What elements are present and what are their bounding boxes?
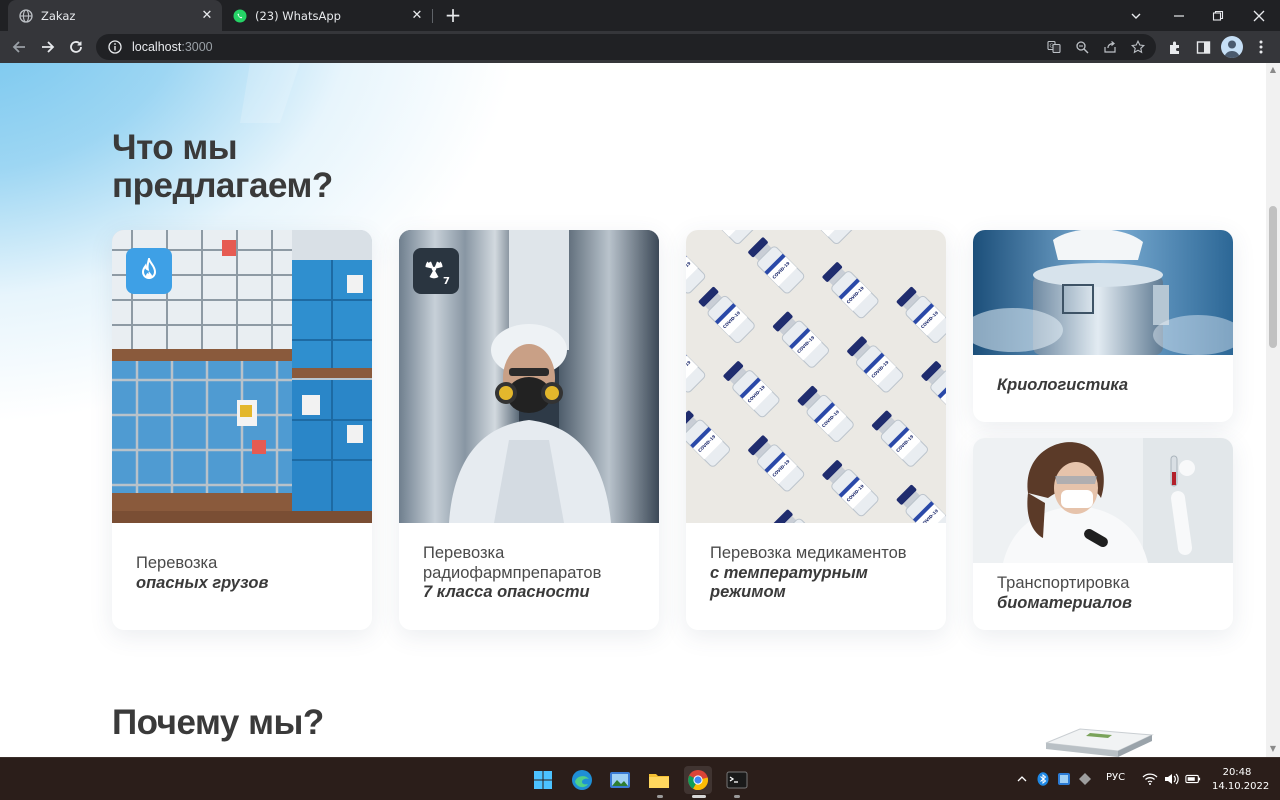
- caption-emphasis: 7 класса опасности: [423, 583, 590, 601]
- caption-line: Перевозка медикаментов: [710, 544, 907, 562]
- running-app-indicator: [734, 795, 740, 798]
- terminal-icon[interactable]: [723, 766, 751, 794]
- browser-toolbar: localhost:3000 G: [0, 31, 1280, 63]
- tab-title: Zakaz: [41, 8, 76, 23]
- photos-app-icon[interactable]: [606, 766, 634, 794]
- scroll-down-arrow[interactable]: ▼: [1269, 745, 1277, 753]
- flame-icon: [126, 248, 172, 294]
- tab-strip: Zakaz ✕ (23) WhatsApp ✕ +: [0, 0, 1280, 31]
- share-icon[interactable]: [1102, 39, 1118, 55]
- security-app-icon[interactable]: [1056, 771, 1072, 787]
- forward-button[interactable]: [36, 35, 60, 59]
- whatsapp-icon: [232, 8, 247, 23]
- card-caption: Перевозка радиофармпрепаратов 7 класса о…: [423, 544, 641, 603]
- tab-title: (23) WhatsApp: [255, 8, 341, 23]
- bookmark-star-icon[interactable]: [1130, 39, 1146, 55]
- network-drive-icon[interactable]: [1077, 771, 1093, 787]
- background-decoration: [240, 63, 660, 123]
- caption-emphasis: биоматериалов: [997, 593, 1133, 612]
- service-card-cryologistics[interactable]: Криологистика: [973, 230, 1233, 422]
- wifi-icon[interactable]: [1142, 771, 1158, 787]
- bluetooth-icon[interactable]: [1035, 771, 1051, 787]
- service-card-radiopharmaceuticals[interactable]: 7 Перевозка радиофармпрепаратов 7 класса…: [399, 230, 659, 630]
- new-tab-button[interactable]: +: [443, 5, 463, 25]
- offer-title-line2: предлагаем?: [112, 166, 333, 205]
- service-card-dangerous-goods[interactable]: Перевозка опасных грузов: [112, 230, 372, 630]
- running-app-indicator: [657, 795, 663, 798]
- offer-title-line1: Что мы: [112, 128, 238, 167]
- close-window-button[interactable]: [1240, 0, 1278, 31]
- decorative-board-image: [1045, 728, 1154, 757]
- back-button[interactable]: [7, 35, 31, 59]
- url-host: localhost: [132, 40, 182, 54]
- card-caption: Перевозка медикаментов с температурным р…: [710, 544, 928, 603]
- info-icon[interactable]: [108, 40, 122, 54]
- language-indicator[interactable]: РУС: [1106, 772, 1125, 783]
- caption-line: Перевозка: [136, 554, 218, 572]
- offer-section-title: Что мы предлагаем?: [112, 129, 333, 205]
- scroll-up-arrow[interactable]: ▲: [1269, 66, 1277, 74]
- address-bar[interactable]: localhost:3000 G: [96, 34, 1156, 60]
- minimize-button[interactable]: [1160, 0, 1198, 31]
- page-scrollbar[interactable]: ▲ ▼: [1266, 63, 1280, 757]
- start-button[interactable]: [529, 766, 557, 794]
- tab-search-icon[interactable]: [1117, 0, 1155, 31]
- tab-separator: [432, 9, 433, 23]
- reload-button[interactable]: [64, 35, 88, 59]
- zoom-icon[interactable]: [1074, 39, 1090, 55]
- chevron-up-icon[interactable]: [1014, 771, 1030, 787]
- profile-avatar[interactable]: [1221, 36, 1243, 58]
- clock-date: 14.10.2022: [1212, 781, 1270, 792]
- close-tab-icon[interactable]: ✕: [410, 8, 424, 23]
- chrome-icon[interactable]: [684, 766, 712, 794]
- close-tab-icon[interactable]: ✕: [200, 8, 214, 23]
- caption-emphasis: с температурным: [710, 563, 868, 582]
- side-panel-icon[interactable]: [1195, 39, 1211, 55]
- battery-icon[interactable]: [1185, 771, 1201, 787]
- url-text: localhost:3000: [132, 40, 213, 54]
- svg-text:G: G: [1050, 44, 1054, 50]
- tab-zakaz[interactable]: Zakaz ✕: [8, 0, 222, 31]
- card-caption: Криологистика: [997, 376, 1215, 396]
- caption-line: Перевозка: [423, 544, 505, 562]
- card-caption: Перевозка опасных грузов: [136, 554, 354, 593]
- card-caption: Транспортировка биоматериалов: [997, 574, 1215, 613]
- caption-line: радиофармпрепаратов: [423, 563, 602, 582]
- caption-line: Транспортировка: [997, 574, 1130, 592]
- cryologistics-photo: [973, 230, 1233, 355]
- url-port: :3000: [181, 40, 213, 54]
- caption-emphasis: опасных грузов: [136, 573, 269, 592]
- restore-button[interactable]: [1199, 0, 1237, 31]
- extensions-icon[interactable]: [1167, 39, 1183, 55]
- active-app-indicator: [692, 795, 706, 798]
- radiation-icon: 7: [413, 248, 459, 294]
- scroll-thumb[interactable]: [1269, 206, 1277, 348]
- radiation-class-number: 7: [443, 276, 450, 286]
- why-us-section-title: Почему мы?: [112, 703, 324, 742]
- clock-time: 20:48: [1222, 767, 1252, 778]
- windows-taskbar: РУС 20:48 14.10.2022: [0, 757, 1280, 800]
- volume-icon[interactable]: [1163, 771, 1179, 787]
- translate-icon[interactable]: G: [1046, 39, 1062, 55]
- caption-emphasis: Криологистика: [997, 376, 1129, 394]
- caption-emphasis: режимом: [710, 583, 786, 601]
- biomaterials-photo: [973, 438, 1233, 563]
- file-explorer-icon[interactable]: [645, 766, 673, 794]
- edge-icon[interactable]: [568, 766, 596, 794]
- menu-kebab-icon[interactable]: [1253, 39, 1269, 55]
- service-card-medicines[interactable]: COVID-19 Перевозка медикаментов с темпер…: [686, 230, 946, 630]
- vaccine-vials-photo: COVID-19: [686, 230, 946, 523]
- tab-whatsapp[interactable]: (23) WhatsApp ✕: [222, 0, 432, 31]
- globe-icon: [18, 8, 33, 23]
- page-viewport: Что мы предлагаем? Перевозка опасных гру…: [0, 63, 1266, 757]
- service-card-biomaterials[interactable]: Транспортировка биоматериалов: [973, 438, 1233, 630]
- system-clock[interactable]: 20:48 14.10.2022: [1212, 766, 1270, 794]
